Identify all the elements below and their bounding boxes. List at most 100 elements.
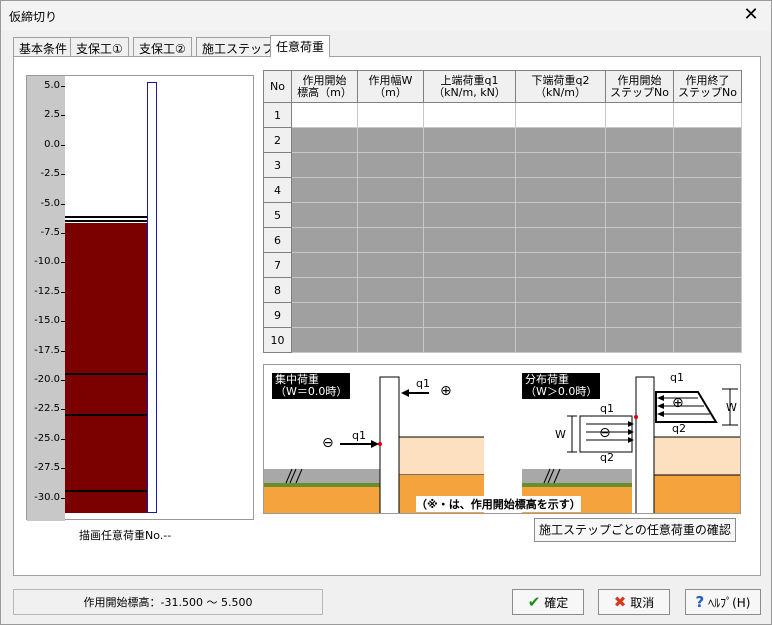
header-bottom-load: 下端荷重q2 （kN/m） xyxy=(515,70,606,103)
table-cell[interactable] xyxy=(357,302,424,328)
tab-support-2[interactable]: 支保工② xyxy=(133,37,192,56)
row-number: 2 xyxy=(263,127,292,153)
help-button[interactable]: ? ﾍﾙﾌﾟ(H) xyxy=(685,589,761,615)
table-cell[interactable] xyxy=(357,177,424,203)
minus-icon: ⊖ xyxy=(599,425,611,441)
q1-label: q1 xyxy=(416,377,430,390)
table-cell[interactable] xyxy=(357,227,424,253)
table-cell[interactable] xyxy=(357,277,424,303)
table-cell[interactable] xyxy=(423,327,516,353)
close-icon[interactable]: ✕ xyxy=(737,2,765,28)
soil-layer-line xyxy=(65,414,147,416)
table-cell[interactable] xyxy=(423,127,516,153)
table-cell[interactable] xyxy=(357,202,424,228)
table-cell[interactable] xyxy=(291,227,358,253)
table-cell[interactable] xyxy=(605,327,674,353)
table-cell[interactable] xyxy=(605,152,674,178)
table-cell[interactable] xyxy=(423,227,516,253)
table-cell[interactable] xyxy=(423,252,516,278)
axis-tick-label: -25.0 xyxy=(34,432,60,444)
table-cell[interactable] xyxy=(291,177,358,203)
table-cell[interactable] xyxy=(673,152,742,178)
row-number: 5 xyxy=(263,202,292,228)
table-cell[interactable] xyxy=(673,202,742,228)
table-cell[interactable] xyxy=(605,227,674,253)
table-cell[interactable] xyxy=(291,302,358,328)
dialog-window: 仮締切り ✕ 基本条件 支保工① 支保工② 施工ステップ 任意荷重 5.0 2.5… xyxy=(0,0,772,625)
table-cell[interactable] xyxy=(515,277,606,303)
table-cell[interactable] xyxy=(423,152,516,178)
table-cell[interactable] xyxy=(291,252,358,278)
tab-construction-step[interactable]: 施工ステップ xyxy=(196,37,281,56)
help-label: ﾍﾙﾌﾟ(H) xyxy=(708,596,751,610)
w-label: W xyxy=(726,401,737,414)
cancel-button[interactable]: ✖ 取消 xyxy=(598,589,670,615)
table-cell[interactable] xyxy=(357,102,424,128)
table-cell[interactable] xyxy=(515,127,606,153)
table-cell[interactable] xyxy=(515,302,606,328)
table-cell[interactable] xyxy=(357,252,424,278)
w-label: W xyxy=(555,428,566,441)
table-cell[interactable] xyxy=(515,102,606,128)
table-cell[interactable] xyxy=(673,177,742,203)
table-cell[interactable] xyxy=(357,127,424,153)
table-cell[interactable] xyxy=(291,127,358,153)
tab-arbitrary-load[interactable]: 任意荷重 xyxy=(270,35,331,57)
table-cell[interactable] xyxy=(357,327,424,353)
table-cell[interactable] xyxy=(605,177,674,203)
table-cell[interactable] xyxy=(673,227,742,253)
table-cell[interactable] xyxy=(673,102,742,128)
table-cell[interactable] xyxy=(605,202,674,228)
q2-label: q2 xyxy=(600,451,614,464)
table-cell[interactable] xyxy=(291,102,358,128)
table-cell[interactable] xyxy=(357,152,424,178)
table-cell[interactable] xyxy=(605,277,674,303)
plus-icon: ⊕ xyxy=(440,383,452,399)
table-cell[interactable] xyxy=(423,302,516,328)
table-cell[interactable] xyxy=(673,277,742,303)
table-row: 4 xyxy=(263,177,742,203)
table-cell[interactable] xyxy=(423,102,516,128)
axis-tick-label: -17.5 xyxy=(34,344,60,356)
table-cell[interactable] xyxy=(515,252,606,278)
row-number: 3 xyxy=(263,152,292,178)
table-cell[interactable] xyxy=(291,327,358,353)
table-cell[interactable] xyxy=(515,227,606,253)
table-cell[interactable] xyxy=(605,302,674,328)
wall-outline xyxy=(147,82,157,513)
table-cell[interactable] xyxy=(605,127,674,153)
table-cell[interactable] xyxy=(515,327,606,353)
table-cell[interactable] xyxy=(291,152,358,178)
title-bar: 仮締切り ✕ xyxy=(1,1,771,31)
load-diagram: 集中荷重 （W＝0.0時） 分布荷重 （W＞0.0時） q1 ⊕ q1 ⊖ q1 q… xyxy=(263,364,741,514)
table-cell[interactable] xyxy=(515,152,606,178)
table-cell[interactable] xyxy=(673,302,742,328)
table-cell[interactable] xyxy=(605,102,674,128)
table-cell[interactable] xyxy=(291,202,358,228)
elevation-plot: 5.0 2.5 0.0 -2.5 -5.0 -7.5 -10.0 -12.5 -15.0 -17.… xyxy=(26,75,254,521)
concentrated-load-title: 集中荷重 （W＝0.0時） xyxy=(272,373,351,399)
table-cell[interactable] xyxy=(605,252,674,278)
table-row: 9 xyxy=(263,302,742,328)
table-cell[interactable] xyxy=(515,177,606,203)
q1-label: q1 xyxy=(600,402,614,415)
tab-basic-conditions[interactable]: 基本条件 xyxy=(13,37,74,56)
table-cell[interactable] xyxy=(291,277,358,303)
tab-support-1[interactable]: 支保工① xyxy=(70,37,129,56)
header-no: No xyxy=(263,70,292,103)
load-table: No 作用開始 標高（m） 作用幅W （m） 上端荷重q1 （kN/m, kN）… xyxy=(263,70,742,353)
row-number: 7 xyxy=(263,252,292,278)
ok-button[interactable]: ✔ 確定 xyxy=(512,589,584,615)
status-bar: 作用開始標高：-31.500 〜 5.500 xyxy=(13,589,323,615)
confirm-loads-button[interactable]: 施工ステップごとの任意荷重の確認 xyxy=(534,518,736,542)
table-cell[interactable] xyxy=(423,277,516,303)
soil-layer xyxy=(65,223,147,513)
table-row: 6 xyxy=(263,227,742,253)
table-cell[interactable] xyxy=(673,127,742,153)
table-cell[interactable] xyxy=(673,327,742,353)
axis-tick-label: 0.0 xyxy=(44,138,60,150)
table-cell[interactable] xyxy=(515,202,606,228)
table-cell[interactable] xyxy=(673,252,742,278)
table-cell[interactable] xyxy=(423,202,516,228)
table-cell[interactable] xyxy=(423,177,516,203)
